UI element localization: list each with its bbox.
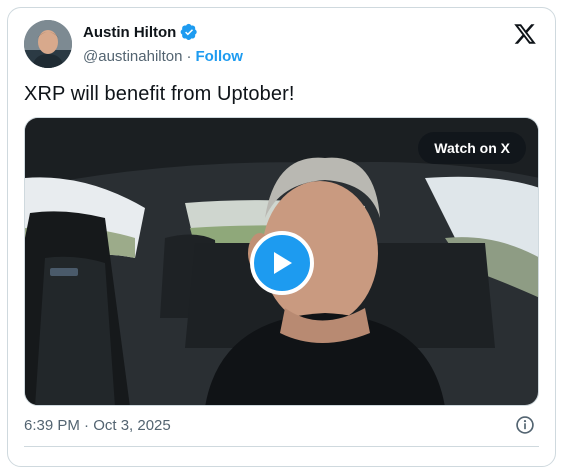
play-icon — [274, 252, 292, 274]
video-player[interactable]: Watch on X — [24, 117, 539, 406]
tweet-card[interactable]: Austin Hilton @austinahilton · Follow XR… — [7, 7, 556, 467]
author-name[interactable]: Austin Hilton — [83, 24, 176, 41]
info-icon[interactable] — [515, 415, 535, 435]
tweet-timestamp[interactable]: 6:39 PM · Oct 3, 2025 — [24, 417, 171, 434]
avatar[interactable] — [24, 20, 72, 68]
watch-on-x-button[interactable]: Watch on X — [418, 132, 526, 164]
verified-badge-icon — [180, 23, 198, 41]
follow-button[interactable]: Follow — [195, 48, 243, 65]
play-button[interactable] — [250, 231, 314, 295]
tweet-text: XRP will benefit from Uptober! — [24, 83, 295, 105]
x-logo-icon[interactable] — [513, 22, 537, 46]
handle-separator: · — [186, 48, 192, 65]
divider — [24, 446, 539, 447]
author-handle[interactable]: @austinahilton — [83, 48, 182, 65]
